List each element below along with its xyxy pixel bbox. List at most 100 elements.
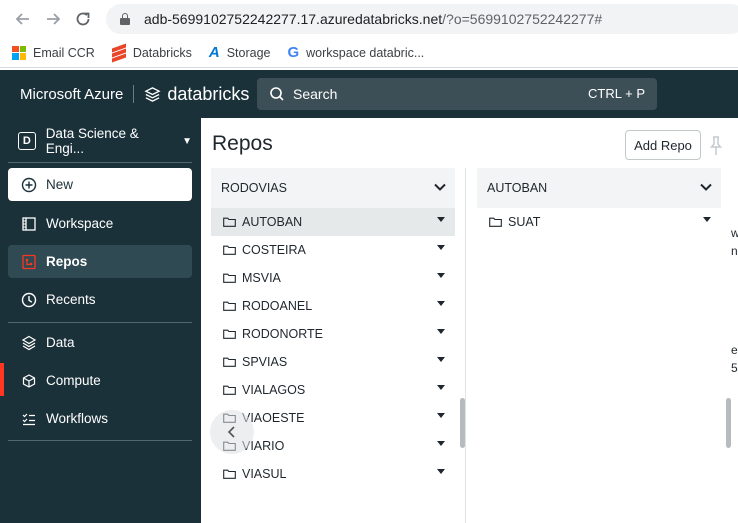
forward-button[interactable] — [38, 4, 68, 34]
folder-row[interactable]: COSTEIRA — [211, 236, 455, 264]
scrollbar[interactable] — [726, 398, 731, 448]
row-menu-caret-icon[interactable] — [437, 301, 445, 306]
clipped-text: w — [731, 226, 738, 240]
arrow-right-icon — [47, 13, 61, 25]
sidebar-item-workflows[interactable]: Workflows — [8, 402, 192, 435]
folder-icon — [223, 245, 236, 255]
scroll-left-button[interactable] — [210, 410, 254, 454]
sidebar-item-workspace[interactable]: Workspace — [8, 207, 192, 240]
sidebar-divider — [8, 322, 192, 323]
pin-icon[interactable] — [710, 136, 722, 156]
back-button[interactable] — [8, 4, 38, 34]
cloud-icon — [20, 372, 38, 390]
add-repo-button[interactable]: Add Repo — [625, 130, 701, 160]
arrow-left-icon — [15, 13, 29, 25]
persona-initial-icon: D — [18, 132, 36, 150]
bookmark-workspace[interactable]: G workspace databric... — [287, 44, 424, 61]
main-content: Repos Add Repo RODOVIAS AUTOBAN COSTEIRA M… — [201, 118, 738, 523]
row-menu-caret-icon[interactable] — [437, 217, 445, 222]
folder-icon — [223, 469, 236, 479]
sidebar-item-new[interactable]: New — [8, 168, 192, 201]
sidebar-item-recents[interactable]: Recents — [8, 283, 192, 316]
sidebar-item-repos[interactable]: Repos — [8, 245, 192, 278]
column-header-label: AUTOBAN — [487, 181, 548, 195]
row-menu-caret-icon[interactable] — [437, 273, 445, 278]
sidebar: D Data Science & Engi... ▼ New Workspace… — [0, 118, 201, 523]
folder-label: VIASUL — [242, 467, 287, 481]
column-header[interactable]: AUTOBAN — [477, 168, 721, 208]
folder-row[interactable]: RODONORTE — [211, 320, 455, 348]
folder-list: SUAT — [477, 208, 721, 236]
folder-label: SUAT — [508, 215, 541, 229]
microsoft-azure-brand[interactable]: Microsoft Azure — [20, 86, 123, 103]
column-header-label: RODOVIAS — [221, 181, 287, 195]
sidebar-divider — [8, 440, 192, 441]
row-menu-caret-icon[interactable] — [437, 329, 445, 334]
persona-label: Data Science & Engi... — [45, 126, 139, 156]
row-menu-caret-icon[interactable] — [437, 357, 445, 362]
bookmark-email-ccr[interactable]: Email CCR — [12, 45, 95, 60]
reload-button[interactable] — [68, 4, 98, 34]
sidebar-item-data[interactable]: Data — [8, 326, 192, 359]
row-menu-caret-icon[interactable] — [437, 441, 445, 446]
repos-icon — [20, 253, 38, 271]
databricks-logo-icon — [111, 42, 126, 63]
folder-row[interactable]: RODOANEL — [211, 292, 455, 320]
row-menu-caret-icon[interactable] — [437, 413, 445, 418]
row-menu-caret-icon[interactable] — [703, 217, 711, 222]
azure-logo-icon: A — [208, 44, 220, 61]
sidebar-item-label: Workspace — [46, 216, 114, 231]
folder-row[interactable]: VIASUL — [211, 460, 455, 488]
row-menu-caret-icon[interactable] — [437, 245, 445, 250]
address-bar[interactable]: adb-5699102752242277.17.azuredatabricks.… — [106, 4, 738, 34]
databricks-brand[interactable]: databricks — [144, 84, 249, 105]
folder-icon — [223, 273, 236, 283]
folder-row[interactable]: VIALAGOS — [211, 376, 455, 404]
sidebar-item-label: Workflows — [46, 411, 109, 426]
folder-row[interactable]: SUAT — [477, 208, 721, 236]
sidebar-item-label: Recents — [46, 292, 96, 307]
row-menu-caret-icon[interactable] — [437, 385, 445, 390]
bookmark-label: Storage — [226, 45, 271, 60]
persona-switcher[interactable]: D Data Science & Engi... ▼ — [8, 126, 192, 156]
clipped-text: 5 — [731, 361, 738, 375]
databricks-stack-icon — [144, 86, 161, 102]
search-icon — [270, 87, 284, 101]
folder-label: MSVIA — [242, 271, 281, 285]
bookmark-storage[interactable]: A Storage — [209, 44, 271, 61]
bookmark-label: Email CCR — [33, 45, 95, 60]
search-input[interactable]: Search CTRL + P — [257, 78, 657, 110]
data-icon — [20, 334, 38, 352]
bookmarks-bar: Email CCR Databricks A Storage G workspa… — [0, 38, 738, 68]
chevron-down-icon — [434, 183, 446, 191]
app-header: Microsoft Azure databricks Search CTRL +… — [0, 70, 738, 118]
active-indicator — [0, 363, 4, 396]
folder-label: RODONORTE — [242, 327, 324, 341]
folder-label: RODOANEL — [242, 299, 313, 313]
folder-row[interactable]: SPVIAS — [211, 348, 455, 376]
url-path: /?o=5699102752242277# — [442, 11, 603, 27]
clipped-text: n — [731, 244, 738, 258]
page-title: Repos — [212, 132, 273, 155]
sidebar-item-label: Repos — [46, 254, 88, 269]
chevron-left-icon — [227, 426, 235, 438]
column-header[interactable]: RODOVIAS — [211, 168, 455, 208]
clipped-text: es — [731, 343, 738, 357]
reload-icon — [76, 12, 90, 26]
chevron-down-icon — [700, 183, 712, 191]
folder-row[interactable]: AUTOBAN — [211, 208, 455, 236]
folder-icon — [223, 329, 236, 339]
browser-toolbar: adb-5699102752242277.17.azuredatabricks.… — [0, 0, 738, 38]
bookmark-databricks[interactable]: Databricks — [111, 42, 192, 63]
sidebar-item-label: Compute — [46, 373, 101, 388]
folder-icon — [489, 217, 502, 227]
sidebar-item-compute[interactable]: Compute — [8, 364, 192, 397]
sidebar-item-label: New — [46, 177, 74, 192]
url-host: adb-5699102752242277.17.azuredatabricks.… — [144, 11, 443, 27]
folder-label: SPVIAS — [242, 355, 288, 369]
row-menu-caret-icon[interactable] — [437, 469, 445, 474]
folder-row[interactable]: MSVIA — [211, 264, 455, 292]
workflows-icon — [20, 410, 38, 428]
google-logo-icon: G — [287, 44, 300, 61]
plus-circle-icon — [20, 176, 38, 194]
